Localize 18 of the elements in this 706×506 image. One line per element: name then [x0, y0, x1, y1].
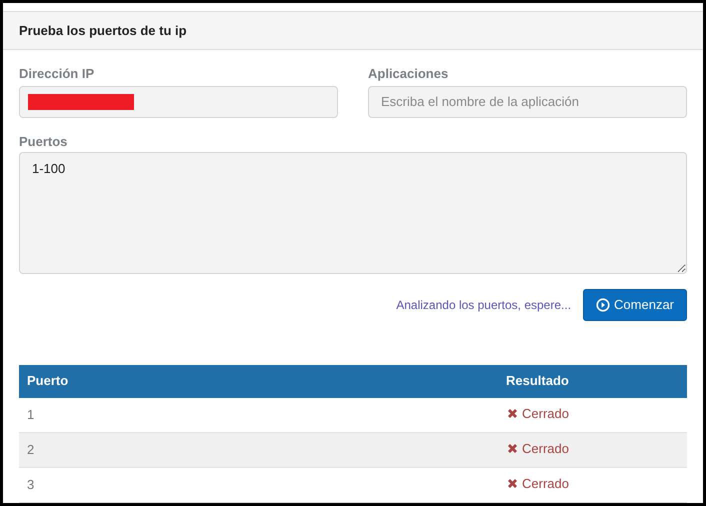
- field-label: Dirección IP: [19, 64, 96, 82]
- column-header: Resultado: [506, 373, 569, 388]
- port-cell: 1: [27, 407, 34, 422]
- start-button[interactable]: Comenzar: [583, 288, 687, 320]
- ports-text-area[interactable]: 1-100: [19, 152, 687, 274]
- port-cell: 2: [27, 442, 34, 458]
- ip-input-field[interactable]: [19, 86, 338, 118]
- port-cell: 3: [27, 477, 34, 492]
- play-circle-icon: [596, 298, 610, 312]
- result-status: Cerrado: [522, 475, 569, 494]
- column-header: Puerto: [27, 373, 68, 388]
- panel-title: Prueba los puertos de tu ip: [19, 22, 187, 40]
- result-status: Cerrado: [522, 440, 569, 458]
- field-label: Puertos: [19, 132, 68, 150]
- result-status: Cerrado: [522, 404, 569, 423]
- status-message: Analizando los puertos, espere...: [396, 296, 572, 314]
- field-label: Aplicaciones: [368, 64, 450, 83]
- application-input-field[interactable]: Escriba el nombre de la aplicación: [368, 86, 687, 118]
